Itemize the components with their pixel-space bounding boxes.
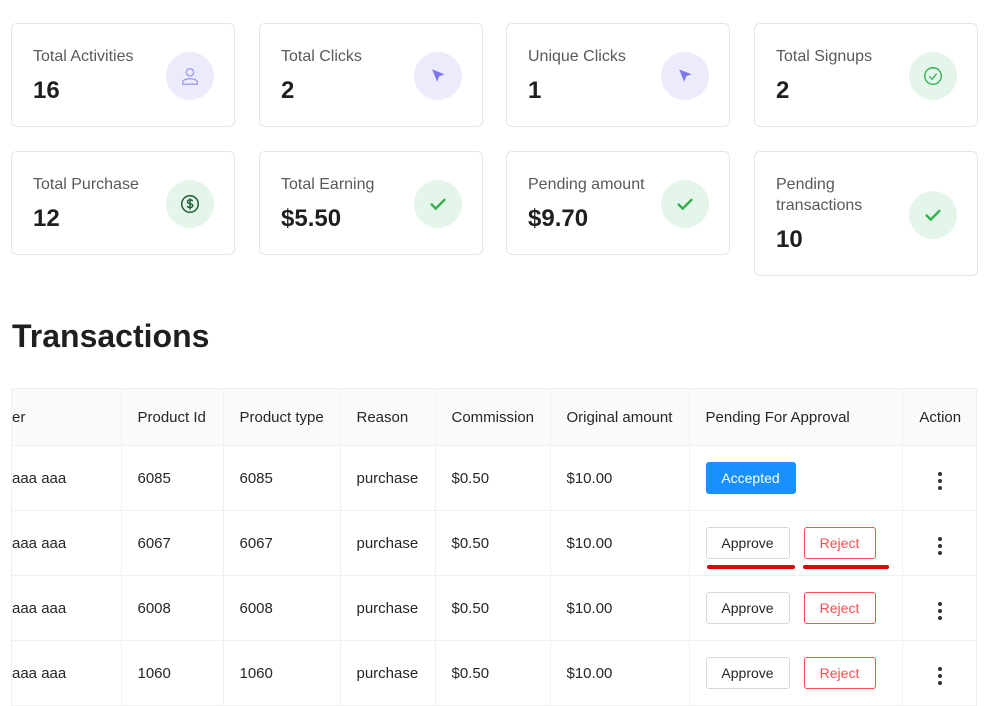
stat-label: Total Earning xyxy=(281,176,375,193)
cell-commission: $0.50 xyxy=(435,575,551,641)
column-header-product-id[interactable]: Product Id xyxy=(121,388,224,446)
approve-button[interactable]: Approve xyxy=(705,592,790,624)
cursor-icon xyxy=(661,52,709,100)
reject-button[interactable]: Reject xyxy=(803,592,876,624)
stat-value: 1 xyxy=(528,77,542,104)
cell-commission: $0.50 xyxy=(435,510,551,576)
more-options-icon[interactable] xyxy=(930,533,950,559)
cell-reason: purchase xyxy=(340,445,436,511)
cell-original-amount: $10.00 xyxy=(550,575,690,641)
cell-product-type: 6085 xyxy=(223,445,341,511)
cell-user: aaa aaa xyxy=(12,510,122,576)
check-circle-icon xyxy=(909,52,957,100)
dollar-circle-icon xyxy=(166,180,214,228)
check-icon xyxy=(909,191,957,239)
check-icon xyxy=(661,180,709,228)
stat-value: 2 xyxy=(281,77,295,104)
stat-value: $5.50 xyxy=(281,205,342,232)
cell-product-id: 6008 xyxy=(121,575,224,641)
cell-original-amount: $10.00 xyxy=(550,510,690,576)
cell-product-id: 1060 xyxy=(121,640,224,706)
cell-product-type: 6067 xyxy=(223,510,341,576)
column-header-action[interactable]: Action xyxy=(902,388,976,446)
column-header-commission[interactable]: Commission xyxy=(435,388,551,446)
more-options-icon[interactable] xyxy=(930,468,950,494)
stat-label: Pending transactions xyxy=(776,176,863,214)
stat-value: 12 xyxy=(33,205,60,232)
column-header-reason[interactable]: Reason xyxy=(340,388,436,446)
cell-user: aaa aaa xyxy=(12,640,122,706)
table-row: aaa aaa 6085 6085 purchase $0.50 $10.00 … xyxy=(12,445,976,511)
column-header-user[interactable]: er xyxy=(12,388,122,446)
check-icon xyxy=(414,180,462,228)
annotation-underline-approve xyxy=(707,565,795,569)
cell-user: aaa aaa xyxy=(12,575,122,641)
stat-label: Pending amount xyxy=(528,176,645,193)
table-header-row: er Product Id Product type Reason Commis… xyxy=(12,388,976,446)
annotation-underline-reject xyxy=(803,565,889,569)
stat-label: Total Clicks xyxy=(281,48,362,65)
cell-reason: purchase xyxy=(340,510,436,576)
stat-label: Total Purchase xyxy=(33,176,139,193)
stat-label: Total Signups xyxy=(776,48,873,65)
more-options-icon[interactable] xyxy=(930,598,950,624)
cell-action xyxy=(902,575,976,641)
cell-product-type: 6008 xyxy=(223,575,341,641)
approve-button[interactable]: Approve xyxy=(705,657,790,689)
stat-value: 16 xyxy=(33,77,60,104)
stat-card-total-activities: Total Activities 16 xyxy=(11,23,235,127)
cell-reason: purchase xyxy=(340,640,436,706)
cell-user: aaa aaa xyxy=(12,445,122,511)
stat-label: Unique Clicks xyxy=(528,48,626,65)
cursor-icon xyxy=(414,52,462,100)
table-row: aaa aaa 6008 6008 purchase $0.50 $10.00 … xyxy=(12,575,976,641)
stat-value: 2 xyxy=(776,77,790,104)
cell-reason: purchase xyxy=(340,575,436,641)
stat-card-pending-transactions: Pending transactions 10 xyxy=(754,151,978,276)
transactions-table[interactable]: er Product Id Product type Reason Commis… xyxy=(11,388,977,706)
reject-button[interactable]: Reject xyxy=(803,657,876,689)
reject-button[interactable]: Reject xyxy=(803,527,876,559)
approve-button[interactable]: Approve xyxy=(705,527,790,559)
more-options-icon[interactable] xyxy=(930,663,950,689)
cell-product-id: 6067 xyxy=(121,510,224,576)
stat-value: $9.70 xyxy=(528,205,589,232)
cell-approval: Approve Reject xyxy=(689,575,903,641)
stat-card-total-signups: Total Signups 2 xyxy=(754,23,978,127)
cell-product-id: 6085 xyxy=(121,445,224,511)
cell-action xyxy=(902,640,976,706)
stat-card-total-earning: Total Earning $5.50 xyxy=(259,151,483,255)
column-header-original-amount[interactable]: Original amount xyxy=(550,388,690,446)
user-icon xyxy=(166,52,214,100)
cell-original-amount: $10.00 xyxy=(550,640,690,706)
stat-card-pending-amount: Pending amount $9.70 xyxy=(506,151,730,255)
table-row: aaa aaa 1060 1060 purchase $0.50 $10.00 … xyxy=(12,640,976,706)
cell-approval: Approve Reject xyxy=(689,640,903,706)
stat-card-total-clicks: Total Clicks 2 xyxy=(259,23,483,127)
column-header-pending-approval[interactable]: Pending For Approval xyxy=(689,388,903,446)
cell-commission: $0.50 xyxy=(435,640,551,706)
stat-value: 10 xyxy=(776,226,803,253)
transactions-title: Transactions xyxy=(12,318,210,354)
cell-original-amount: $10.00 xyxy=(550,445,690,511)
cell-product-type: 1060 xyxy=(223,640,341,706)
cell-commission: $0.50 xyxy=(435,445,551,511)
cell-action xyxy=(902,510,976,576)
stat-card-total-purchase: Total Purchase 12 xyxy=(11,151,235,255)
cell-action xyxy=(902,445,976,511)
accepted-button[interactable]: Accepted xyxy=(705,462,796,494)
cell-approval: Accepted xyxy=(689,445,903,511)
column-header-product-type[interactable]: Product type xyxy=(223,388,341,446)
stat-label: Total Activities xyxy=(33,48,134,65)
stat-card-unique-clicks: Unique Clicks 1 xyxy=(506,23,730,127)
